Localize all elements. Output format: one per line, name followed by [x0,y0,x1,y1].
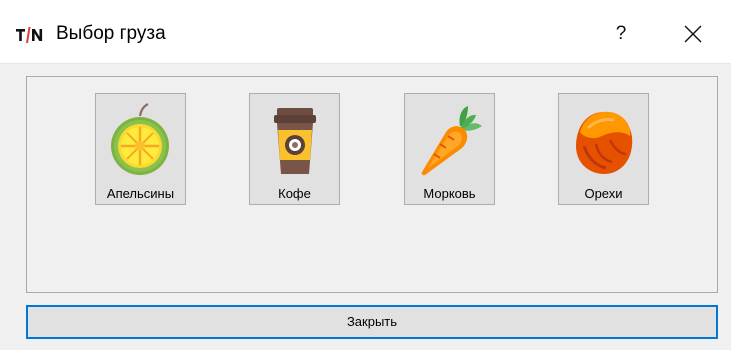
close-icon [684,25,702,43]
cargo-label: Кофе [278,186,311,201]
coffee-cup-icon [274,108,316,174]
close-window-button[interactable] [670,16,716,52]
help-button[interactable]: ? [598,16,644,52]
hazelnut-icon [576,111,633,174]
title-bar: Выбор груза ? [0,0,731,64]
cargo-label: Апельсины [106,186,175,201]
cargo-label: Орехи [584,186,623,201]
cargo-selection-dialog: Выбор груза ? Апельсины Кофе Морковь Оре… [0,0,731,350]
cargo-item-nuts[interactable]: Орехи [558,93,649,205]
close-button[interactable]: Закрыть [26,305,718,339]
cargo-panel: Апельсины Кофе Морковь Орехи [26,76,718,293]
cargo-label: Морковь [423,186,476,201]
carrot-icon [421,106,482,176]
cargo-item-coffee[interactable]: Кофе [249,93,340,205]
window-title: Выбор груза [56,23,166,44]
cargo-item-oranges[interactable]: Апельсины [95,93,186,205]
orange-icon [111,103,169,175]
app-logo-icon [16,27,43,43]
cargo-item-carrot[interactable]: Морковь [404,93,495,205]
